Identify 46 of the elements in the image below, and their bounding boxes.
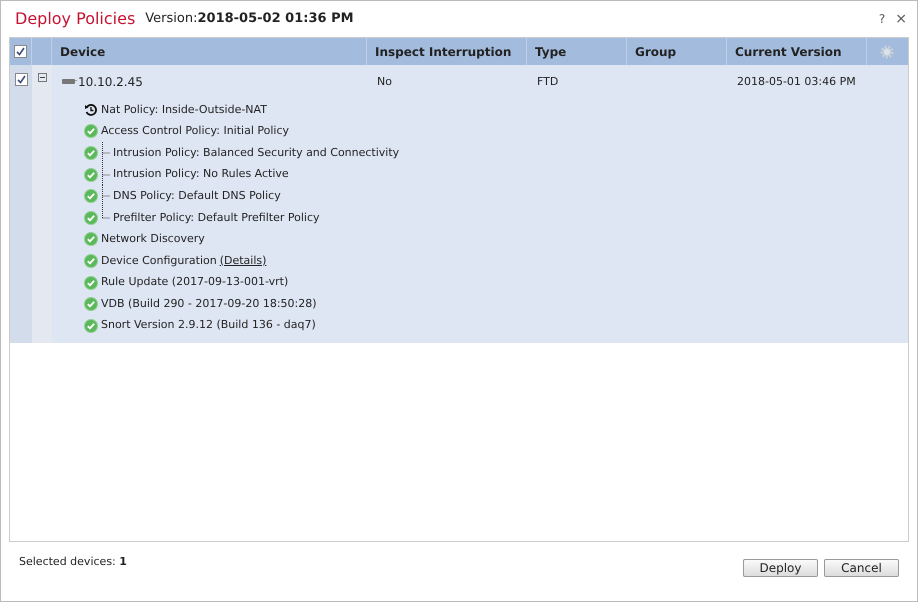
column-header[interactable]: Device: [60, 42, 106, 60]
policy-label: Prefilter Policy: Default Prefilter Policy: [113, 210, 320, 226]
dialog-title: Deploy Policies: [15, 8, 136, 30]
version-text: Version:2018-05-02 01:36 PM: [145, 10, 354, 28]
collapse-toggle[interactable]: [38, 73, 46, 82]
close-button[interactable]: ×: [895, 8, 907, 30]
check-icon: [84, 232, 98, 246]
policy-label: Network Discovery: [101, 231, 205, 248]
checkbox[interactable]: [14, 45, 27, 58]
dialog-button[interactable]: Cancel: [824, 559, 899, 577]
check-icon: [84, 297, 98, 312]
check-icon: [84, 254, 98, 268]
check-icon: [84, 210, 98, 225]
table-row[interactable]: [10, 65, 908, 343]
check-icon: [84, 146, 98, 160]
column-header[interactable]: Inspect Interruption: [375, 42, 512, 60]
column-header[interactable]: Current Version: [735, 42, 842, 60]
history-icon: [84, 102, 98, 117]
check-icon: [84, 124, 98, 138]
check-icon: [84, 189, 98, 204]
policy-label: Nat Policy: Inside-Outside-NAT: [101, 102, 267, 118]
check-icon: [84, 276, 98, 290]
help-button[interactable]: ?: [878, 10, 886, 28]
checkbox[interactable]: [14, 73, 28, 86]
policy-label: Device Configuration: [101, 252, 217, 269]
policy-label: DNS Policy: Default DNS Policy: [113, 188, 281, 204]
device-name: 10.10.2.45: [78, 74, 143, 91]
tree-connector: [101, 142, 110, 164]
policy-label: Snort Version 2.9.12 (Build 136 - daq7): [101, 317, 316, 334]
type-value: FTD: [537, 74, 558, 88]
check-icon: [84, 318, 98, 333]
column-header[interactable]: Type: [535, 42, 566, 60]
policy-label: VDB (Build 290 - 2017-09-20 18:50:28): [101, 296, 317, 312]
policy-label: Intrusion Policy: Balanced Security and Connectivity: [113, 144, 400, 161]
dialog-button[interactable]: Deploy: [743, 559, 818, 577]
check-icon: [84, 168, 98, 182]
tree-connector: [101, 164, 110, 186]
selected-devices-text: Selected devices: 1: [19, 555, 127, 568]
server-icon: [62, 79, 77, 85]
policy-label: Rule Update (2017-09-13-001-vrt): [101, 274, 288, 290]
policy-label: Access Control Policy: Initial Policy: [101, 123, 290, 140]
column-header[interactable]: Group: [635, 42, 676, 60]
details-link[interactable]: (Details): [220, 252, 266, 270]
version-value: 2018-05-01 03:46 PM: [737, 74, 856, 88]
policy-label: Intrusion Policy: No Rules Active: [113, 166, 289, 182]
inspect-interruption-value: No: [377, 74, 392, 88]
